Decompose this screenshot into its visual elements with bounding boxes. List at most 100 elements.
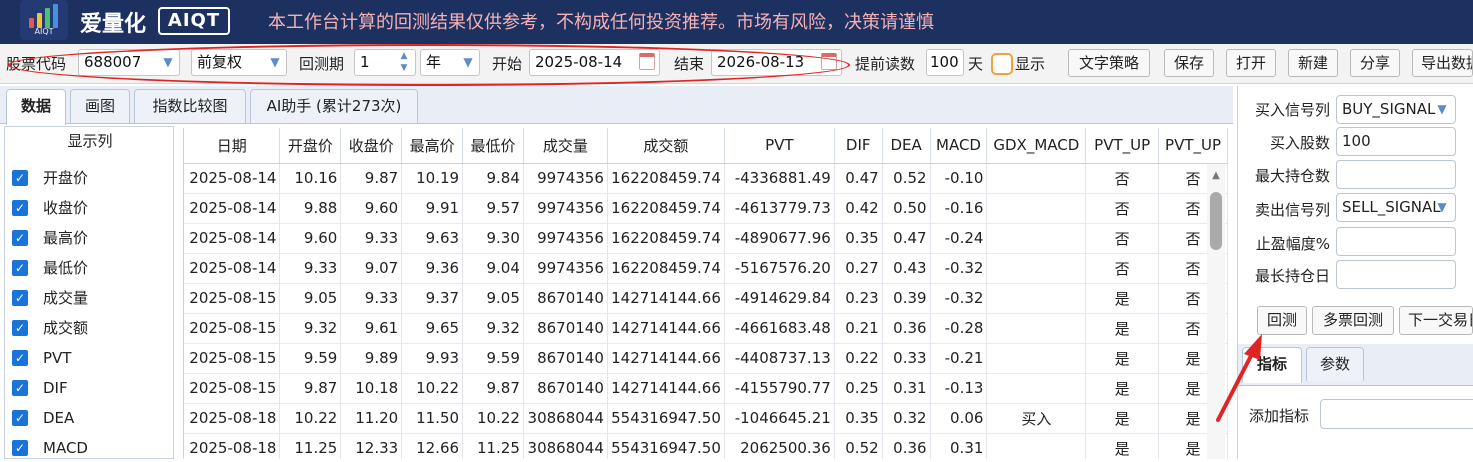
- table-cell: 是: [1085, 343, 1160, 374]
- checkbox-checked-icon[interactable]: ✓: [12, 170, 28, 186]
- take-profit-label: 止盈幅度%: [1255, 235, 1330, 253]
- table-row[interactable]: 2025-08-14 10.16 9.87 10.19 9.84 9974356 16220…: [184, 163, 1228, 194]
- table-row[interactable]: 2025-08-14 9.33 9.07 9.36 9.04 9974356 1622084…: [184, 253, 1228, 284]
- tab-parameters[interactable]: 参数: [1306, 347, 1364, 381]
- app-logo: AIQT: [20, 0, 68, 40]
- add-indicator-input[interactable]: [1320, 399, 1473, 429]
- column-header[interactable]: PVT_UP: [1085, 128, 1160, 164]
- table-row[interactable]: 2025-08-15 9.32 9.61 9.65 9.32 8670140 1427141…: [184, 313, 1228, 344]
- next-trading-day-button[interactable]: 下一交易日: [1399, 306, 1473, 335]
- checkbox-checked-icon[interactable]: ✓: [12, 350, 28, 366]
- column-header[interactable]: 成交量: [523, 128, 608, 164]
- table-row[interactable]: 2025-08-18 10.22 11.20 11.50 10.22 30868044 55…: [184, 403, 1228, 434]
- scrollbar-thumb[interactable]: [1210, 192, 1222, 250]
- table-cell: 10.22: [279, 403, 342, 434]
- multi-backtest-button[interactable]: 多票回测: [1312, 306, 1394, 335]
- arrow-head: [1244, 334, 1262, 360]
- checkbox-checked-icon[interactable]: ✓: [12, 260, 28, 276]
- table-cell: 30868044: [523, 403, 608, 434]
- table-row[interactable]: 2025-08-15 9.87 10.18 10.22 9.87 8670140 14271…: [184, 373, 1228, 404]
- buy-signal-value: BUY_SIGNAL: [1342, 100, 1436, 118]
- column-header[interactable]: PVT: [724, 128, 835, 164]
- column-header[interactable]: 成交额: [607, 128, 725, 164]
- column-header[interactable]: 最低价: [462, 128, 524, 164]
- column-header[interactable]: DIF: [834, 128, 883, 164]
- buy-qty-input[interactable]: 100: [1336, 127, 1456, 156]
- table-cell: 9.32: [279, 313, 342, 344]
- show-checkbox[interactable]: [991, 53, 1013, 75]
- column-header[interactable]: 开盘价: [279, 128, 342, 164]
- tab-index-compare[interactable]: 指数比较图: [134, 89, 246, 123]
- column-header[interactable]: 收盘价: [340, 128, 403, 164]
- take-profit-input[interactable]: [1336, 227, 1456, 256]
- table-row[interactable]: 2025-08-14 9.88 9.60 9.91 9.57 9974356 1622084…: [184, 193, 1228, 224]
- table-cell: 162208459.74: [607, 163, 725, 194]
- table-cell: 162208459.74: [607, 193, 725, 224]
- column-header[interactable]: GDX_MACD: [986, 128, 1087, 164]
- table-row[interactable]: 2025-08-15 9.59 9.89 9.93 9.59 8670140 1427141…: [184, 343, 1228, 374]
- table-cell: 2025-08-15: [184, 283, 281, 314]
- table-cell: -0.13: [930, 373, 988, 404]
- max-position-input[interactable]: [1336, 160, 1456, 189]
- table-cell: 9.05: [462, 283, 524, 314]
- column-header[interactable]: DEA: [882, 128, 931, 164]
- checkbox-checked-icon[interactable]: ✓: [12, 440, 28, 456]
- save-button[interactable]: 保存: [1164, 49, 1214, 77]
- preload-input[interactable]: 100: [926, 49, 964, 76]
- table-cell: 142714144.66: [607, 283, 725, 314]
- checkbox-checked-icon[interactable]: ✓: [12, 320, 28, 336]
- tab-ai-assistant[interactable]: AI助手 (累计273次): [250, 89, 418, 123]
- table-cell: 0.50: [882, 193, 931, 224]
- table-cell: [986, 313, 1087, 344]
- tab-data[interactable]: 数据: [6, 89, 66, 125]
- checkbox-checked-icon[interactable]: ✓: [12, 230, 28, 246]
- table-cell: 11.25: [462, 433, 524, 459]
- logo-bar: [53, 4, 58, 28]
- open-button[interactable]: 打开: [1226, 49, 1276, 77]
- table-cell: -0.16: [930, 193, 988, 224]
- table-cell: 9974356: [523, 193, 608, 224]
- column-toggle-label: 最低价: [43, 259, 89, 277]
- table-cell: [986, 253, 1087, 284]
- table-cell: 0.35: [834, 223, 883, 254]
- column-header[interactable]: 最高价: [401, 128, 464, 164]
- column-header[interactable]: 日期: [184, 128, 281, 164]
- checkbox-checked-icon[interactable]: ✓: [12, 200, 28, 216]
- table-row[interactable]: 2025-08-15 9.05 9.33 9.37 9.05 8670140 1427141…: [184, 283, 1228, 314]
- scroll-up-icon[interactable]: ▲: [1209, 170, 1223, 182]
- buy-signal-select[interactable]: BUY_SIGNAL ▼: [1336, 95, 1456, 124]
- checkbox-checked-icon[interactable]: ✓: [12, 290, 28, 306]
- table-cell: 是: [1085, 433, 1160, 459]
- table-cell: 9.36: [401, 253, 464, 284]
- table-cell: 2025-08-14: [184, 253, 281, 284]
- table-cell: [986, 343, 1087, 374]
- table-cell: 10.18: [340, 373, 403, 404]
- share-button[interactable]: 分享: [1350, 49, 1400, 77]
- table-cell: 0.35: [834, 403, 883, 434]
- table-row[interactable]: 2025-08-18 11.25 12.33 12.66 11.25 30868044 55…: [184, 433, 1228, 459]
- table-row[interactable]: 2025-08-14 9.60 9.33 9.63 9.30 9974356 1622084…: [184, 223, 1228, 254]
- max-hold-days-input[interactable]: [1336, 260, 1456, 289]
- tab-chart[interactable]: 画图: [70, 89, 130, 123]
- table-cell: 0.47: [834, 163, 883, 194]
- table-cell: 0.52: [882, 163, 931, 194]
- checkbox-checked-icon[interactable]: ✓: [12, 410, 28, 426]
- column-header[interactable]: MACD: [930, 128, 988, 164]
- table-cell: 9.87: [279, 373, 342, 404]
- column-toggle-label: 收盘价: [43, 199, 89, 217]
- table-cell: -0.21: [930, 343, 988, 374]
- table-cell: 0.31: [882, 373, 931, 404]
- column-header[interactable]: PVT_UP: [1158, 128, 1228, 164]
- table-cell: 142714144.66: [607, 313, 725, 344]
- new-button[interactable]: 新建: [1288, 49, 1338, 77]
- buy-qty-label: 买入股数: [1269, 134, 1330, 152]
- table-cell: 9.33: [340, 283, 403, 314]
- sell-signal-label: 卖出信号列: [1254, 201, 1330, 219]
- sell-signal-select[interactable]: SELL_SIGNAL ▼: [1336, 193, 1456, 222]
- export-data-button[interactable]: 导出数据: [1412, 49, 1473, 77]
- data-table-container: 日期 开盘价 收盘价 最高价 最低价 成交量 成交额 PVT DIF DEA MACD GDX_MAC…: [183, 128, 1228, 459]
- text-strategy-button[interactable]: 文字策略: [1068, 49, 1150, 77]
- table-cell: 9974356: [523, 163, 608, 194]
- checkbox-checked-icon[interactable]: ✓: [12, 380, 28, 396]
- column-toggle-label: MACD: [43, 439, 88, 457]
